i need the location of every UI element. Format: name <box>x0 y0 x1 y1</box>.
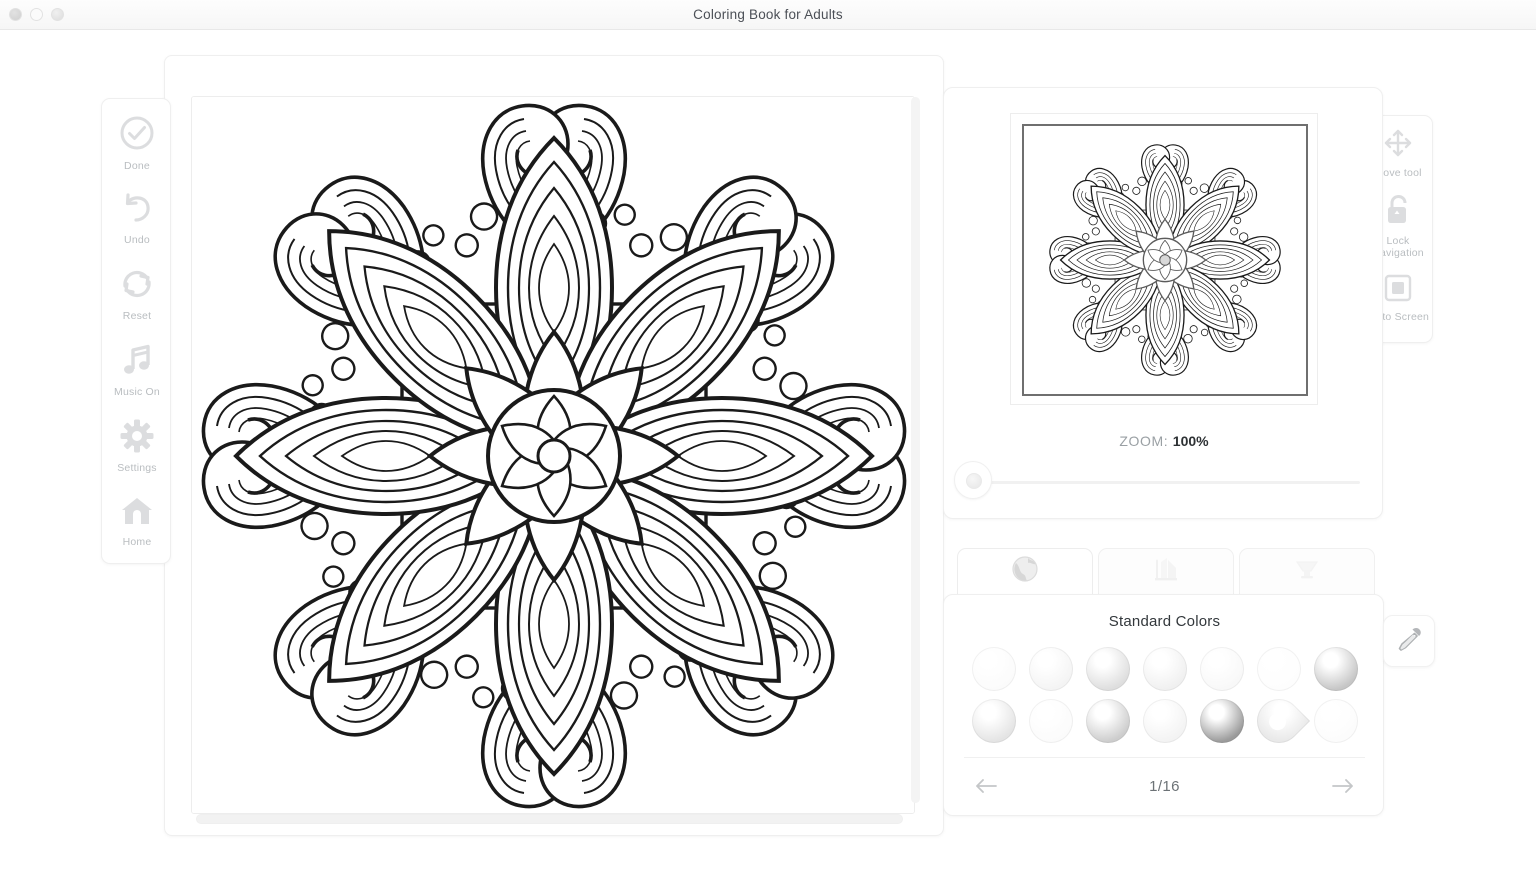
tab-colors[interactable] <box>957 548 1093 594</box>
mandala-artwork[interactable] <box>192 97 915 814</box>
swatch-hole <box>1265 709 1290 734</box>
music-toggle-button[interactable]: Music On <box>102 343 172 398</box>
color-swatch[interactable] <box>1199 647 1244 691</box>
color-swatch[interactable] <box>1256 647 1301 691</box>
zoom-slider-handle[interactable] <box>954 461 992 499</box>
palette-divider <box>964 757 1365 758</box>
house-icon <box>120 495 154 532</box>
color-swatch[interactable] <box>1086 699 1131 743</box>
canvas-vertical-scrollbar[interactable] <box>911 97 920 803</box>
reset-button[interactable]: Reset <box>102 267 172 322</box>
color-sphere-icon <box>1012 556 1038 587</box>
undo-label: Undo <box>124 234 150 246</box>
gradient-bucket-icon <box>1294 558 1320 585</box>
check-circle-icon <box>119 115 155 156</box>
fit-square-icon <box>1384 274 1412 307</box>
color-swatch[interactable] <box>972 699 1017 743</box>
palette-prev-button[interactable] <box>964 778 1008 794</box>
palette-title: Standard Colors <box>1108 613 1221 630</box>
settings-button[interactable]: Settings <box>102 419 172 474</box>
gear-icon <box>120 419 154 458</box>
palette-next-button[interactable] <box>1321 778 1365 794</box>
home-label: Home <box>122 536 152 548</box>
window-title: Coloring Book for Adults <box>693 7 843 22</box>
zoom-readout: ZOOM: 100% <box>944 433 1384 449</box>
done-label: Done <box>124 160 150 172</box>
tab-gradients[interactable] <box>1239 548 1375 594</box>
coloring-canvas[interactable] <box>191 96 915 814</box>
color-swatch-grid <box>966 647 1364 753</box>
move-arrows-icon <box>1383 128 1413 163</box>
left-toolbar: Done Undo Reset Music On Settings Home <box>101 98 171 564</box>
color-swatch[interactable] <box>1142 647 1187 691</box>
canvas-horizontal-scrollbar[interactable] <box>196 814 903 824</box>
palette-tabs <box>957 548 1375 594</box>
zoom-prefix-label: ZOOM: <box>1119 433 1169 449</box>
padlock-icon <box>1384 194 1412 231</box>
music-note-icon <box>121 343 153 382</box>
canvas-panel <box>164 55 944 836</box>
tab-patterns[interactable] <box>1098 548 1234 594</box>
pattern-swatch-icon <box>1153 556 1179 587</box>
eyedropper-button[interactable] <box>1383 615 1435 667</box>
undo-button[interactable]: Undo <box>102 191 172 246</box>
undo-arrow-icon <box>120 191 154 230</box>
color-swatch[interactable] <box>972 647 1017 691</box>
color-swatch[interactable] <box>1086 647 1131 691</box>
eyedropper-icon <box>1396 626 1422 657</box>
window-titlebar: Coloring Book for Adults <box>0 0 1536 30</box>
music-label: Music On <box>114 386 160 398</box>
color-swatch[interactable] <box>1142 699 1187 743</box>
color-swatch[interactable] <box>1199 699 1244 743</box>
navigator-panel: ZOOM: 100% <box>943 87 1383 519</box>
navigator-thumbnail-artwork <box>1029 126 1301 394</box>
palette-panel: Standard Colors 1/16 <box>943 594 1384 816</box>
zoom-value: 100% <box>1172 433 1209 449</box>
color-swatch[interactable] <box>1313 699 1358 743</box>
palette-pagination: 1/16 <box>964 763 1365 809</box>
color-swatch-selected[interactable] <box>1247 689 1310 753</box>
home-button[interactable]: Home <box>102 495 172 548</box>
done-button[interactable]: Done <box>102 115 172 172</box>
color-swatch[interactable] <box>1313 647 1358 691</box>
color-swatch[interactable] <box>1029 647 1074 691</box>
reset-label: Reset <box>122 310 152 322</box>
zoom-slider-track[interactable] <box>968 481 1360 484</box>
color-swatch[interactable] <box>1029 699 1074 743</box>
navigator-viewport-box[interactable] <box>1022 124 1308 396</box>
settings-label: Settings <box>117 462 157 474</box>
navigator-thumbnail-frame <box>1010 113 1318 405</box>
palette-page-indicator: 1/16 <box>1149 777 1180 795</box>
refresh-circular-arrows-icon <box>120 267 154 306</box>
